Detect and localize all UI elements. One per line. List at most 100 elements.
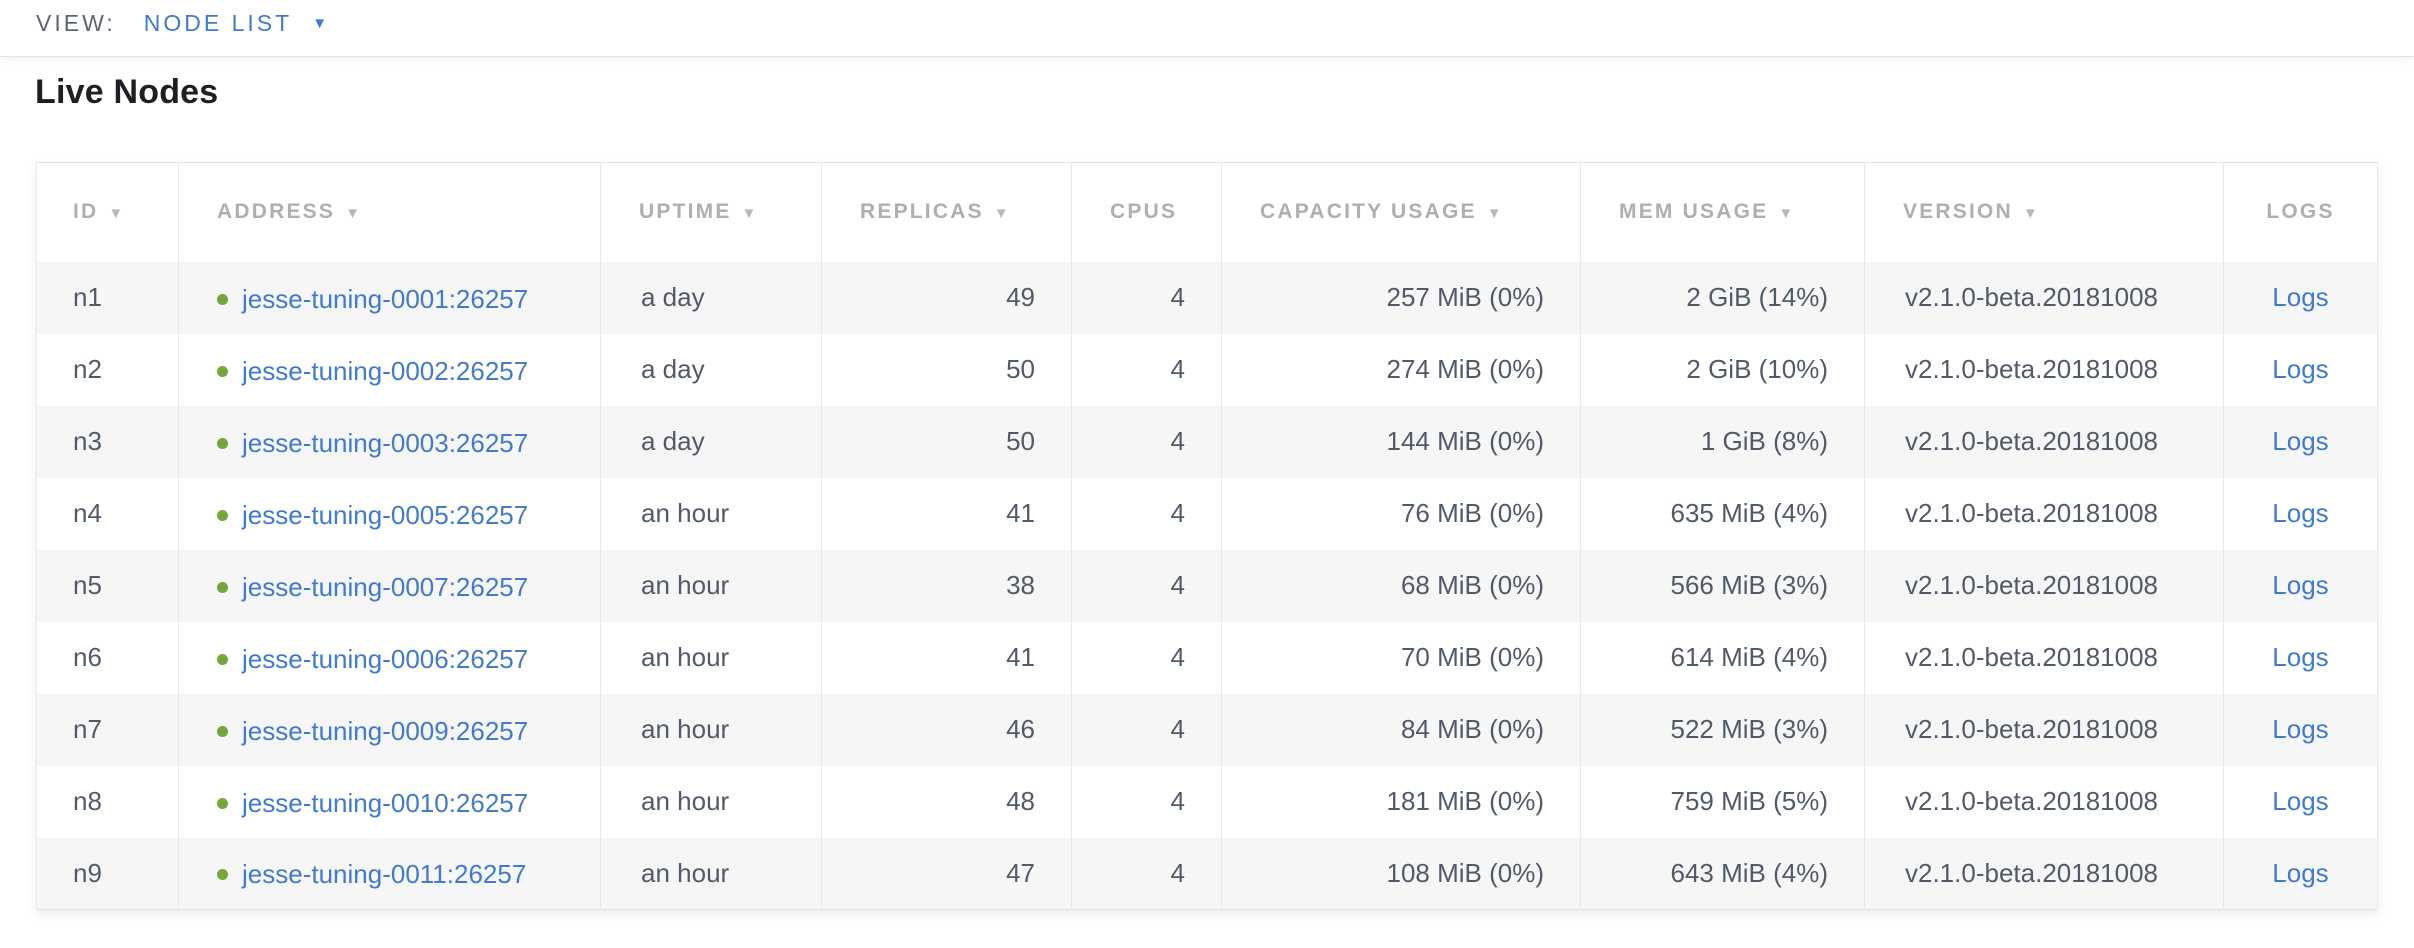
cell-uptime: an hour (601, 550, 822, 622)
node-live-status-dot-icon (217, 366, 228, 377)
node-address-link[interactable]: jesse-tuning-0011:26257 (217, 859, 526, 890)
cell-address: jesse-tuning-0003:26257 (179, 406, 601, 478)
cell-uptime: an hour (601, 766, 822, 838)
node-address-text: jesse-tuning-0009:26257 (242, 716, 528, 747)
cell-address: jesse-tuning-0002:26257 (179, 334, 601, 406)
view-label: VIEW: (36, 10, 116, 37)
sort-desc-icon: ▼ (108, 205, 123, 222)
column-header-id[interactable]: ID ▼ (37, 163, 179, 262)
cell-node-id: n9 (37, 838, 179, 910)
node-address-text: jesse-tuning-0003:26257 (242, 428, 528, 459)
column-header-capacity-usage[interactable]: CAPACITY USAGE ▼ (1222, 163, 1581, 262)
cell-version: v2.1.0-beta.20181008 (1865, 550, 2224, 622)
cell-logs: Logs (2224, 550, 2378, 622)
table-row: n4 jesse-tuning-0005:26257 an hour 41 4 … (37, 478, 2378, 550)
cell-cpus: 4 (1072, 838, 1222, 910)
column-header-cpus: CPUS (1072, 163, 1222, 262)
cell-cpus: 4 (1072, 262, 1222, 334)
cell-logs: Logs (2224, 766, 2378, 838)
column-header-uptime[interactable]: UPTIME▼ (601, 163, 822, 262)
cell-version: v2.1.0-beta.20181008 (1865, 334, 2224, 406)
column-header-label: REPLICAS (860, 200, 984, 223)
live-nodes-table-container: ID ▼ ADDRESS▼ UPTIME▼ REPLICAS ▼ CPUS CAPA… (36, 162, 2379, 910)
cell-replicas: 46 (822, 694, 1072, 766)
table-row: n7 jesse-tuning-0009:26257 an hour 46 4 … (37, 694, 2378, 766)
cell-cpus: 4 (1072, 622, 1222, 694)
logs-link[interactable]: Logs (2272, 426, 2328, 456)
cell-cpus: 4 (1072, 334, 1222, 406)
table-row: n2 jesse-tuning-0002:26257 a day 50 4 27… (37, 334, 2378, 406)
column-header-version[interactable]: VERSION▼ (1865, 163, 2224, 262)
logs-link[interactable]: Logs (2272, 354, 2328, 384)
node-live-status-dot-icon (217, 726, 228, 737)
live-nodes-table: ID ▼ ADDRESS▼ UPTIME▼ REPLICAS ▼ CPUS CAPA… (36, 162, 2378, 910)
cell-capacity-usage: 70 MiB (0%) (1222, 622, 1581, 694)
logs-link[interactable]: Logs (2272, 858, 2328, 888)
cell-node-id: n8 (37, 766, 179, 838)
column-header-replicas[interactable]: REPLICAS ▼ (822, 163, 1072, 262)
cell-capacity-usage: 144 MiB (0%) (1222, 406, 1581, 478)
cell-mem-usage: 614 MiB (4%) (1581, 622, 1865, 694)
cell-uptime: an hour (601, 694, 822, 766)
cell-logs: Logs (2224, 262, 2378, 334)
node-live-status-dot-icon (217, 510, 228, 521)
logs-link[interactable]: Logs (2272, 570, 2328, 600)
cell-uptime: an hour (601, 478, 822, 550)
cell-mem-usage: 2 GiB (10%) (1581, 334, 1865, 406)
node-address-link[interactable]: jesse-tuning-0005:26257 (217, 500, 528, 531)
caret-down-icon: ▼ (312, 10, 327, 37)
node-address-text: jesse-tuning-0001:26257 (242, 284, 528, 315)
column-header-label: CAPACITY USAGE (1260, 200, 1477, 223)
node-address-link[interactable]: jesse-tuning-0002:26257 (217, 356, 528, 387)
cell-address: jesse-tuning-0009:26257 (179, 694, 601, 766)
node-address-link[interactable]: jesse-tuning-0009:26257 (217, 716, 528, 747)
logs-link[interactable]: Logs (2272, 498, 2328, 528)
cell-replicas: 48 (822, 766, 1072, 838)
cell-logs: Logs (2224, 838, 2378, 910)
cell-logs: Logs (2224, 478, 2378, 550)
table-row: n6 jesse-tuning-0006:26257 an hour 41 4 … (37, 622, 2378, 694)
cell-replicas: 41 (822, 622, 1072, 694)
column-header-label: VERSION (1903, 200, 2013, 223)
node-address-link[interactable]: jesse-tuning-0001:26257 (217, 284, 528, 315)
node-live-status-dot-icon (217, 869, 228, 880)
node-address-link[interactable]: jesse-tuning-0003:26257 (217, 428, 528, 459)
sort-desc-icon: ▼ (994, 205, 1009, 222)
node-live-status-dot-icon (217, 798, 228, 809)
cell-cpus: 4 (1072, 694, 1222, 766)
cell-logs: Logs (2224, 622, 2378, 694)
table-row: n5 jesse-tuning-0007:26257 an hour 38 4 … (37, 550, 2378, 622)
cell-capacity-usage: 257 MiB (0%) (1222, 262, 1581, 334)
page-title: Live Nodes (35, 73, 2414, 112)
cell-mem-usage: 2 GiB (14%) (1581, 262, 1865, 334)
node-address-text: jesse-tuning-0005:26257 (242, 500, 528, 531)
view-selector[interactable]: NODE LIST ▼ (144, 10, 327, 37)
node-address-link[interactable]: jesse-tuning-0010:26257 (217, 788, 528, 819)
cell-replicas: 50 (822, 334, 1072, 406)
cell-capacity-usage: 274 MiB (0%) (1222, 334, 1581, 406)
cell-mem-usage: 759 MiB (5%) (1581, 766, 1865, 838)
logs-link[interactable]: Logs (2272, 786, 2328, 816)
cell-address: jesse-tuning-0006:26257 (179, 622, 601, 694)
column-header-mem-usage[interactable]: MEM USAGE▼ (1581, 163, 1865, 262)
sort-desc-icon: ▼ (1487, 205, 1502, 222)
column-header-address[interactable]: ADDRESS▼ (179, 163, 601, 262)
cell-capacity-usage: 68 MiB (0%) (1222, 550, 1581, 622)
cell-mem-usage: 1 GiB (8%) (1581, 406, 1865, 478)
cell-uptime: a day (601, 262, 822, 334)
cell-logs: Logs (2224, 694, 2378, 766)
logs-link[interactable]: Logs (2272, 642, 2328, 672)
column-header-logs: LOGS (2224, 163, 2378, 262)
logs-link[interactable]: Logs (2272, 714, 2328, 744)
logs-link[interactable]: Logs (2272, 282, 2328, 312)
node-address-link[interactable]: jesse-tuning-0006:26257 (217, 644, 528, 675)
cell-node-id: n4 (37, 478, 179, 550)
cell-cpus: 4 (1072, 550, 1222, 622)
table-row: n1 jesse-tuning-0001:26257 a day 49 4 25… (37, 262, 2378, 334)
cell-replicas: 49 (822, 262, 1072, 334)
cell-mem-usage: 566 MiB (3%) (1581, 550, 1865, 622)
table-row: n9 jesse-tuning-0011:26257 an hour 47 4 … (37, 838, 2378, 910)
cell-mem-usage: 522 MiB (3%) (1581, 694, 1865, 766)
node-address-link[interactable]: jesse-tuning-0007:26257 (217, 572, 528, 603)
column-header-label: ID (73, 200, 98, 223)
